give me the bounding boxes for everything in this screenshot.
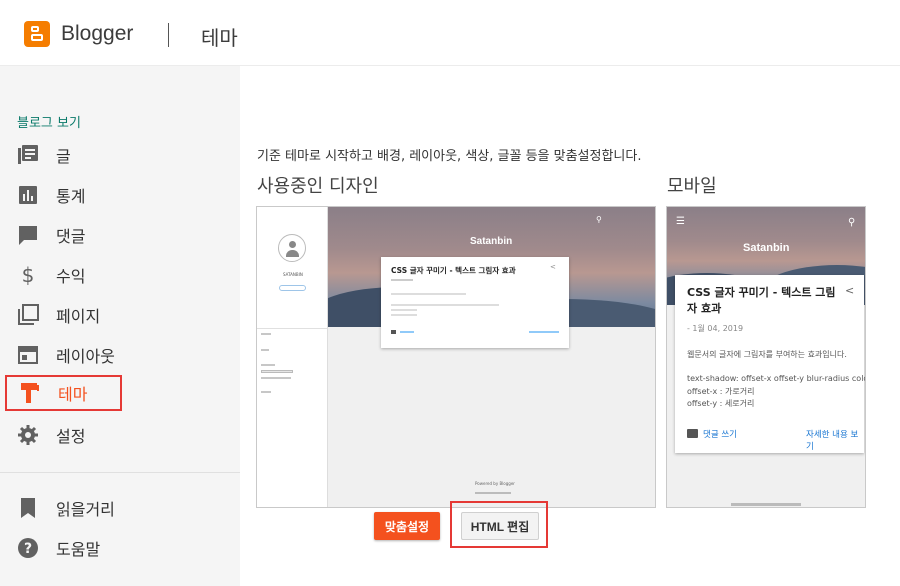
stats-icon: [16, 183, 40, 207]
pages-icon: [16, 303, 40, 327]
brand-name[interactable]: Blogger: [61, 22, 133, 46]
sidebar-item-posts[interactable]: 글: [5, 137, 122, 173]
mobile-theme-preview[interactable]: ☰ ⚲ Satanbin CSS 글자 꾸미기 - 텍스트 그림자 효과 < -…: [666, 206, 866, 508]
preview-powered-by: Powered by Blogger: [475, 481, 515, 486]
sidebar-item-label: 테마: [58, 385, 88, 404]
header-divider: [168, 23, 169, 47]
sidebar-item-label: 댓글: [56, 227, 86, 246]
view-blog-link[interactable]: 블로그 보기: [17, 112, 81, 131]
layout-icon: [16, 343, 40, 367]
customize-button[interactable]: 맞춤설정: [374, 512, 440, 540]
sidebar-item-settings[interactable]: 설정: [5, 417, 122, 453]
preview-comment-link: 댓글 쓰기: [703, 430, 737, 440]
sidebar-item-reading-list[interactable]: 읽을거리: [5, 490, 122, 526]
sidebar-item-label: 통계: [56, 187, 86, 206]
preview-post-line: offset-x : 가로거리: [687, 387, 755, 396]
sidebar-item-label: 레이아웃: [56, 347, 115, 366]
sidebar-item-earnings[interactable]: $ 수익: [5, 257, 122, 293]
search-icon: ⚲: [596, 215, 602, 224]
preview-post-date: - 1월 04, 2019: [687, 324, 744, 333]
preview-blog-title: Satanbin: [470, 236, 513, 247]
posts-icon: [16, 143, 40, 167]
sidebar-item-theme[interactable]: 테마: [5, 375, 122, 411]
theme-description: 기준 테마로 시작하고 배경, 레이아웃, 색상, 글꼴 등을 맞춤설정합니다.: [257, 149, 642, 164]
preview-read-more-link: 자세한 내용 보기: [806, 430, 859, 452]
bookmark-icon: [16, 496, 40, 520]
help-icon: ?: [16, 536, 40, 560]
preview-post-card: CSS 글자 꾸미기 - 텍스트 그림자 효과 < - 1월 04, 2019 …: [675, 275, 866, 453]
blogger-logo-icon[interactable]: [24, 21, 50, 47]
menu-icon: ☰: [676, 216, 685, 227]
edit-html-button[interactable]: HTML 편집: [461, 512, 539, 540]
preview-post-title: CSS 글자 꾸미기 - 텍스트 그림자 효과: [687, 286, 836, 315]
sidebar-item-label: 읽을거리: [56, 500, 115, 519]
preview-post-line: text-shadow: offset-x offset-y blur-radi…: [687, 374, 866, 383]
sidebar-item-layout[interactable]: 레이아웃: [5, 337, 122, 373]
search-icon: ⚲: [848, 217, 856, 228]
sidebar-item-stats[interactable]: 통계: [5, 177, 122, 213]
sidebar-item-comments[interactable]: 댓글: [5, 217, 122, 253]
share-icon: <: [550, 263, 556, 271]
edit-html-highlight: HTML 편집: [450, 501, 548, 548]
preview-post-title: CSS 글자 꾸미기 - 텍스트 그림자 효과: [391, 266, 516, 275]
comments-icon: [16, 223, 40, 247]
preview-post-line: 웹문서의 글자에 그림자를 부여하는 효과입니다.: [687, 350, 847, 359]
preview-post-line: offset-y : 세로거리: [687, 399, 755, 408]
desktop-theme-preview[interactable]: SATANBIN Satanbin ⚲ CSS 글자 꾸미기 - 텍스트 그림자…: [256, 206, 656, 508]
app-header: Blogger 테마: [0, 0, 900, 66]
avatar: [278, 234, 306, 262]
preview-blog-name: SATANBIN: [283, 272, 303, 277]
dollar-icon: $: [21, 263, 35, 287]
sidebar-item-label: 설정: [56, 427, 86, 446]
sidebar-item-help[interactable]: ? 도움말: [5, 530, 122, 566]
preview-blog-title: Satanbin: [743, 242, 790, 254]
svg-text:?: ?: [24, 541, 32, 557]
preview-sidebar: SATANBIN: [257, 207, 328, 507]
comment-icon: [687, 429, 698, 438]
sidebar-item-label: 수익: [56, 267, 86, 286]
sidebar: 블로그 보기 글 통계 댓글 $ 수익 페이지 레이아웃 테마 설정 읽을거리 …: [0, 66, 240, 586]
gear-icon: [16, 423, 40, 447]
sidebar-item-label: 글: [56, 147, 71, 166]
sidebar-item-label: 도움말: [56, 540, 101, 559]
sidebar-item-label: 페이지: [56, 307, 101, 326]
sidebar-item-pages[interactable]: 페이지: [5, 297, 122, 333]
mobile-heading: 모바일: [667, 176, 717, 197]
preview-profile-pill: [279, 285, 306, 291]
current-design-heading: 사용중인 디자인: [257, 176, 379, 197]
theme-icon: [18, 381, 42, 405]
share-icon: <: [845, 284, 855, 297]
sidebar-divider: [0, 472, 240, 473]
preview-post-card: CSS 글자 꾸미기 - 텍스트 그림자 효과 <: [381, 257, 569, 348]
page-title: 테마: [201, 26, 238, 50]
